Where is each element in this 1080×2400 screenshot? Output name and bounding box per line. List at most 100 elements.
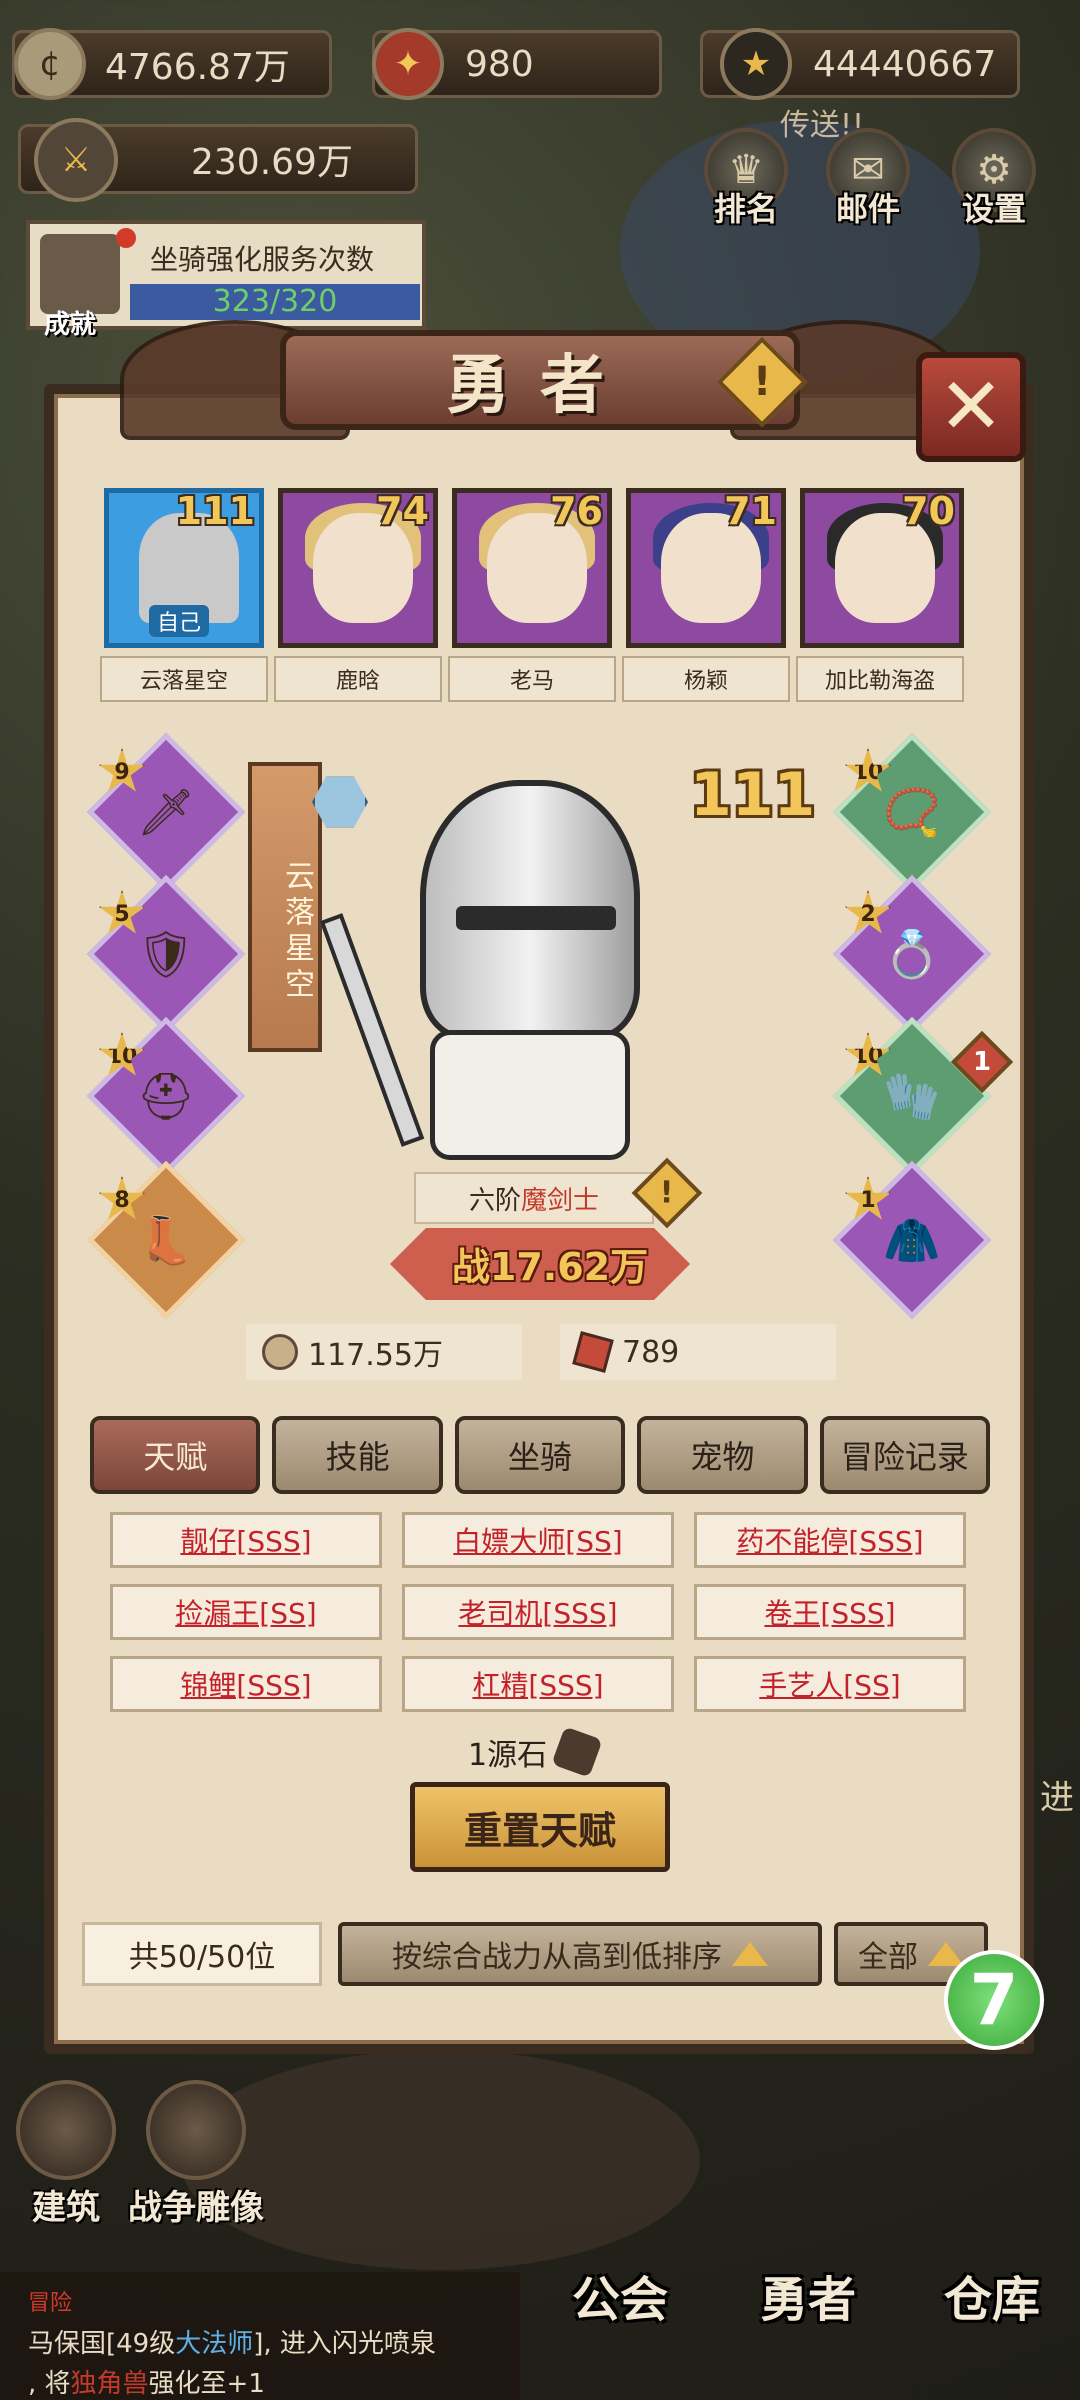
- power-icon: ⚔: [34, 118, 118, 202]
- news-item: 独角兽: [70, 2369, 149, 2399]
- coin-icon: [262, 1334, 298, 1370]
- hero-level: 70: [902, 489, 955, 533]
- hero-card-self[interactable]: 111 自己: [104, 488, 264, 648]
- sort-label: 按综合战力从高到低排序: [392, 1940, 722, 1975]
- tab-pet[interactable]: 宠物: [637, 1416, 808, 1494]
- news-text: 强化至+1: [148, 2369, 265, 2399]
- reset-cost: 1源石: [468, 1726, 603, 1778]
- star-icon: ★: [720, 28, 792, 100]
- hero-card[interactable]: 70: [800, 488, 964, 648]
- hero-name: 老马: [448, 656, 616, 702]
- hero-level: 74: [376, 489, 429, 533]
- hero-card[interactable]: 74: [278, 488, 438, 648]
- news-feed[interactable]: 冒险 马保国[49级大法师], 进入闪光喷泉 , 将独角兽强化至+1: [0, 2272, 520, 2400]
- rank-button[interactable]: ♛ 排名: [696, 128, 796, 238]
- notification-dot: [116, 228, 136, 248]
- mount-service-count: 323/320: [130, 284, 420, 320]
- talent-item[interactable]: 药不能停[SSS]: [694, 1512, 966, 1568]
- mail-button[interactable]: ✉ 邮件: [818, 128, 918, 238]
- warehouse-label: 仓库: [943, 2272, 1040, 2328]
- achievement-icon[interactable]: [40, 234, 120, 314]
- info-icon: !: [752, 359, 772, 405]
- sword-icon: 🗡: [136, 784, 196, 839]
- hero-tabs: 天赋 技能 坐骑 宠物 冒险记录: [90, 1416, 991, 1496]
- gloves-icon: 🧤: [883, 1068, 941, 1123]
- nav-warehouse[interactable]: 仓库: [912, 2260, 1072, 2330]
- hero-level: 76: [550, 489, 603, 533]
- reset-cost-value: 1源石: [468, 1738, 548, 1773]
- cloak-icon: 🧥: [883, 1212, 941, 1267]
- hero-card[interactable]: 71: [626, 488, 786, 648]
- nav-heroes[interactable]: 勇者: [728, 2260, 888, 2330]
- side-text: 进: [1040, 1778, 1074, 1818]
- gem-icon: [572, 1331, 614, 1373]
- achievement-label: 成就: [44, 310, 97, 340]
- tab-talent[interactable]: 天赋: [90, 1416, 261, 1494]
- talent-item[interactable]: 手艺人[SS]: [694, 1656, 966, 1712]
- app-logo-icon[interactable]: 7: [944, 1950, 1044, 2050]
- hero-name: 鹿晗: [274, 656, 442, 702]
- news-text: 马保国[49级: [28, 2329, 176, 2359]
- mount-service-label: 坐骑强化服务次数: [150, 243, 375, 276]
- talent-item[interactable]: 杠精[SSS]: [402, 1656, 674, 1712]
- filter-label: 全部: [858, 1940, 918, 1975]
- arrow-up-icon: [928, 1942, 964, 1966]
- combat-power: 战17.62万: [451, 1245, 649, 1289]
- crest-value: 980: [465, 43, 534, 85]
- hero-name: 加比勒海盗: [796, 656, 964, 702]
- knight-helmet-icon: [420, 780, 640, 1040]
- close-button[interactable]: ✕: [916, 352, 1026, 462]
- tab-adventure-log[interactable]: 冒险记录: [819, 1416, 991, 1494]
- news-class: 大法师: [175, 2329, 254, 2359]
- talent-item[interactable]: 锦鲤[SSS]: [110, 1656, 382, 1712]
- news-line: 马保国[49级大法师], 进入闪光喷泉: [28, 2324, 492, 2364]
- news-text: ], 进入闪光喷泉: [253, 2329, 436, 2359]
- necklace-icon: 📿: [883, 784, 941, 839]
- talent-item[interactable]: 捡漏王[SS]: [110, 1584, 382, 1640]
- hero-gold-value: 117.55万: [308, 1338, 443, 1373]
- reset-talent-button[interactable]: 重置天赋: [410, 1782, 670, 1872]
- talent-item[interactable]: 卷王[SSS]: [694, 1584, 966, 1640]
- build-button[interactable]: 建筑: [6, 2080, 126, 2230]
- gold-value: 4766.87万: [105, 47, 290, 88]
- talent-item[interactable]: 白嫖大师[SS]: [402, 1512, 674, 1568]
- tab-skills[interactable]: 技能: [272, 1416, 443, 1494]
- close-icon: ✕: [938, 362, 1004, 452]
- ore-icon: [551, 1726, 603, 1778]
- mail-label: 邮件: [835, 190, 900, 228]
- hero-avatar: [319, 760, 720, 1180]
- tab-mount[interactable]: 坐骑: [454, 1416, 626, 1494]
- self-tag: 自己: [149, 605, 210, 637]
- upgrade-count: 1: [972, 1047, 992, 1077]
- armor-icon: 🛡: [136, 926, 196, 981]
- arrow-up-icon: [732, 1942, 768, 1966]
- hero-card[interactable]: 76: [452, 488, 612, 648]
- hero-gem-value: 789: [622, 1334, 680, 1370]
- ring-icon: 💍: [883, 926, 941, 981]
- news-title: 冒险: [28, 2291, 73, 2316]
- guild-label: 公会: [571, 2272, 668, 2328]
- castle-icon: [16, 2080, 116, 2180]
- news-line: , 将独角兽强化至+1: [28, 2364, 492, 2400]
- mount-service-card[interactable]: 坐骑强化服务次数 323/320 成就: [26, 220, 426, 340]
- talent-item[interactable]: 靓仔[SSS]: [110, 1512, 382, 1568]
- nav-guild[interactable]: 公会: [540, 2260, 700, 2330]
- sort-button[interactable]: 按综合战力从高到低排序: [338, 1922, 822, 1986]
- crest-icon: ✦: [372, 28, 444, 100]
- rank-label: 排名: [713, 190, 778, 228]
- class-name: 魔剑士: [521, 1185, 600, 1216]
- hero-gem-stat: 789: [560, 1324, 836, 1380]
- power-total-value: 230.69万: [191, 142, 353, 183]
- heroes-label: 勇者: [759, 2272, 856, 2328]
- statue-label: 战争雕像: [128, 2188, 264, 2228]
- hero-level: 111: [175, 489, 255, 533]
- hero-gold-stat: 117.55万: [246, 1324, 522, 1380]
- news-text: , 将: [28, 2369, 71, 2399]
- statue-button[interactable]: 战争雕像: [126, 2080, 266, 2230]
- helmet-icon: ⛑: [136, 1068, 196, 1123]
- boots-icon: 👢: [137, 1212, 195, 1267]
- talent-item[interactable]: 老司机[SSS]: [402, 1584, 674, 1640]
- statue-icon: [146, 2080, 246, 2180]
- settings-button[interactable]: ⚙ 设置: [944, 128, 1044, 238]
- hero-body: [430, 1030, 630, 1160]
